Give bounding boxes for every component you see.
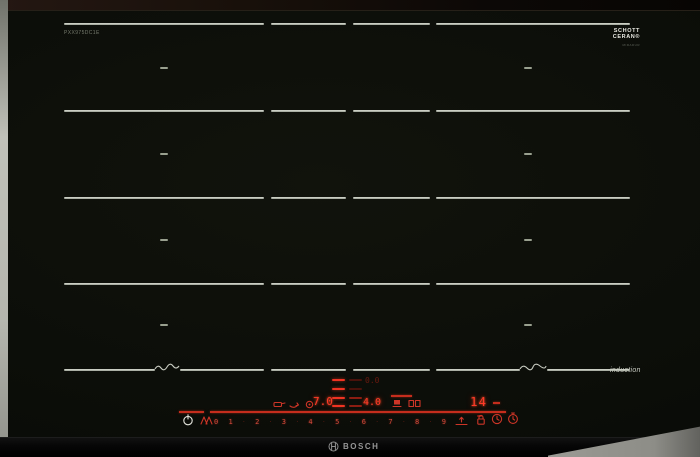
zone-line <box>64 23 264 25</box>
pan-position-mark <box>524 67 532 69</box>
pan-position-mark <box>160 67 168 69</box>
slider-level-3[interactable]: 3 <box>282 418 286 426</box>
frying-sensor-icon[interactable] <box>392 399 402 408</box>
zone-line <box>271 23 346 25</box>
slider-level-5[interactable]: 5 <box>335 418 339 426</box>
zone-line <box>353 23 430 25</box>
bosch-wordmark: BOSCH <box>343 442 380 451</box>
zone-line <box>271 283 346 285</box>
schott-ceran-logo: SCHOTT CERAN® MIRADUR <box>598 28 640 48</box>
slider-line <box>210 411 506 413</box>
slider-level-8[interactable]: 8 <box>415 418 419 426</box>
zone-segment-bar <box>349 379 362 381</box>
zone-line <box>436 110 630 112</box>
transfer-zone-icon[interactable] <box>455 416 468 426</box>
selected-power-display: 7.0 <box>313 395 333 408</box>
schott-subline: MIRADUR <box>622 43 640 47</box>
function-indicator-line <box>391 395 412 397</box>
zone-line <box>353 283 430 285</box>
pan-position-mark <box>160 324 168 326</box>
slider-dot: · <box>349 418 352 425</box>
wipe-protection-icon[interactable] <box>200 415 213 425</box>
zone-line <box>64 283 264 285</box>
zone-line <box>271 197 346 199</box>
slider-dot: · <box>242 418 245 425</box>
slider-dot: · <box>322 418 325 425</box>
countertop-left-edge <box>0 0 8 457</box>
slider-level-9[interactable]: 9 <box>442 418 446 426</box>
pan-position-mark <box>524 153 532 155</box>
timer-display: 14 <box>470 394 488 409</box>
zone-line <box>436 283 630 285</box>
schott-line2: CERAN® <box>612 34 640 40</box>
kitchen-timer-icon[interactable] <box>491 413 503 425</box>
slider-level-4[interactable]: 4 <box>308 418 312 426</box>
pan-position-mark <box>524 324 532 326</box>
slider-level-7[interactable]: 7 <box>388 418 392 426</box>
zone-segment-bar <box>349 405 362 407</box>
zone-bottom-power-display: 4.0 <box>363 397 382 408</box>
model-number-label: PXX975DC1E <box>64 30 100 36</box>
zone-line <box>436 197 630 199</box>
slider-dot: · <box>376 418 379 425</box>
slider-level-6[interactable]: 6 <box>362 418 366 426</box>
zone-segment-bar <box>332 379 345 381</box>
move-pan-icon <box>289 401 300 409</box>
pan-icon <box>273 400 286 408</box>
glass-surface <box>7 10 700 441</box>
bosch-logo: BOSCH <box>328 441 379 452</box>
stopwatch-icon[interactable] <box>507 412 519 425</box>
timer-minus-mark <box>493 402 500 404</box>
combi-zone-icon[interactable] <box>408 399 421 408</box>
zone-line <box>271 369 346 371</box>
slider-dot: · <box>269 418 272 425</box>
zone-segment-bar <box>332 405 345 407</box>
slider-level-2[interactable]: 2 <box>255 418 259 426</box>
power-icon[interactable] <box>182 414 194 426</box>
zone-line <box>353 369 430 371</box>
pan-size-marker-icon <box>154 361 181 372</box>
bosch-anchor-icon <box>328 441 339 452</box>
slider-dot: · <box>402 418 405 425</box>
child-lock-icon[interactable] <box>476 414 486 426</box>
zone-line <box>353 197 430 199</box>
pan-position-mark <box>160 153 168 155</box>
power-slider[interactable]: 0 1 · 2 · 3 · 4 · 5 · 6 · 7 · 8 · 9 <box>214 417 446 426</box>
pan-position-mark <box>524 239 532 241</box>
zone-line <box>436 369 520 371</box>
pan-size-marker-icon <box>519 361 548 372</box>
zone-line <box>180 369 264 371</box>
zone-segment-bar <box>332 388 345 390</box>
pan-position-mark <box>160 239 168 241</box>
slider-dot: · <box>296 418 299 425</box>
induction-label: induction <box>610 367 641 374</box>
zone-segment-bar <box>349 397 362 399</box>
cooktop-photo: PXX975DC1E SCHOTT CERAN® MIRADUR inducti… <box>0 0 700 457</box>
zone-line <box>64 197 264 199</box>
zone-segment-bar <box>332 397 345 399</box>
zone-top-power-display: 0.0 <box>365 376 380 385</box>
zone-line <box>64 110 264 112</box>
zone-line <box>353 110 430 112</box>
slider-dot: · <box>429 418 432 425</box>
slider-line <box>179 411 204 413</box>
zone-line <box>436 23 630 25</box>
zone-line <box>64 369 155 371</box>
zone-segment-bar <box>349 388 362 390</box>
slider-level-0[interactable]: 0 <box>214 418 218 426</box>
slider-level-1[interactable]: 1 <box>228 418 232 426</box>
zone-line <box>271 110 346 112</box>
